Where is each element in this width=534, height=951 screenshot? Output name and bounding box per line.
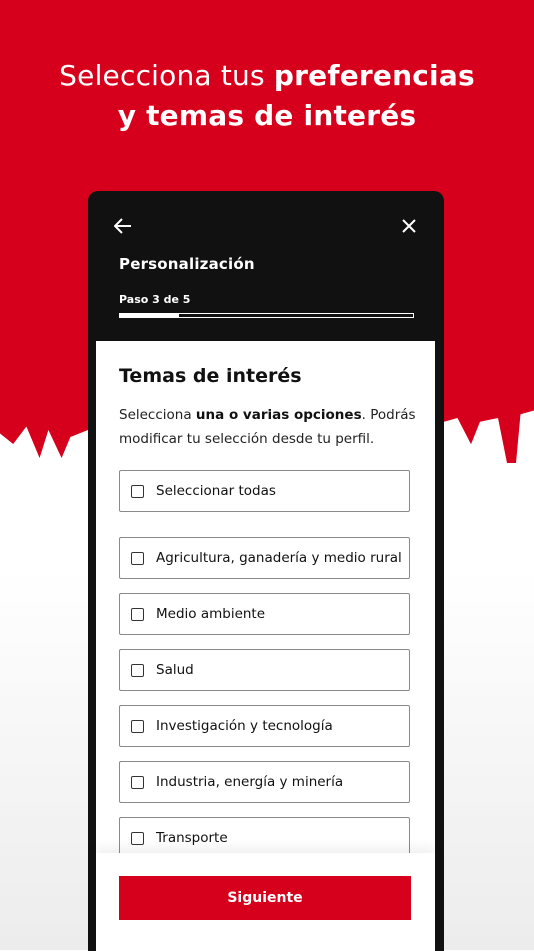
option-label: Medio ambiente — [156, 606, 266, 622]
arrow-left-icon[interactable] — [108, 211, 138, 241]
step-label: Paso 3 de 5 — [119, 293, 191, 306]
option-label: Seleccionar todas — [156, 483, 276, 499]
phone-mockup: Personalización Paso 3 de 5 Temas de int… — [88, 191, 444, 951]
option-industria[interactable]: Industria, energía y minería — [119, 761, 410, 803]
modal-header: Personalización Paso 3 de 5 — [88, 191, 444, 341]
progress-bar — [119, 313, 414, 318]
checkbox-icon[interactable] — [131, 607, 144, 621]
skyline-silhouette-right — [444, 388, 534, 463]
skyline-silhouette — [0, 388, 88, 458]
checkbox-icon[interactable] — [131, 775, 144, 789]
content-card: Temas de interés Selecciona una o varias… — [96, 341, 435, 951]
option-label: Salud — [156, 662, 194, 678]
option-label: Agricultura, ganadería y medio rural — [156, 550, 402, 566]
progress-fill — [120, 314, 179, 317]
option-investigacion[interactable]: Investigación y tecnología — [119, 705, 410, 747]
checkbox-icon[interactable] — [131, 663, 144, 677]
section-title: Temas de interés — [119, 365, 302, 387]
option-label: Investigación y tecnología — [156, 718, 333, 734]
select-all-checkbox[interactable]: Seleccionar todas — [119, 470, 410, 512]
checkbox-icon[interactable] — [131, 831, 144, 845]
option-medio-ambiente[interactable]: Medio ambiente — [119, 593, 410, 635]
onboarding-headline: Selecciona tus preferencias y temas de i… — [59, 59, 475, 132]
modal-title: Personalización — [119, 255, 255, 273]
option-label: Transporte — [156, 830, 228, 846]
option-agricultura[interactable]: Agricultura, ganadería y medio rural — [119, 537, 410, 579]
next-button[interactable]: Siguiente — [119, 876, 411, 920]
checkbox-icon[interactable] — [131, 719, 144, 733]
section-description: Selecciona una o varias opciones. Podrás… — [119, 407, 416, 447]
close-icon[interactable] — [394, 211, 424, 241]
option-label: Industria, energía y minería — [156, 774, 344, 790]
checkbox-icon[interactable] — [131, 551, 144, 565]
checkbox-icon[interactable] — [131, 484, 144, 498]
bottom-action-bar: Siguiente — [96, 853, 435, 951]
option-salud[interactable]: Salud — [119, 649, 410, 691]
